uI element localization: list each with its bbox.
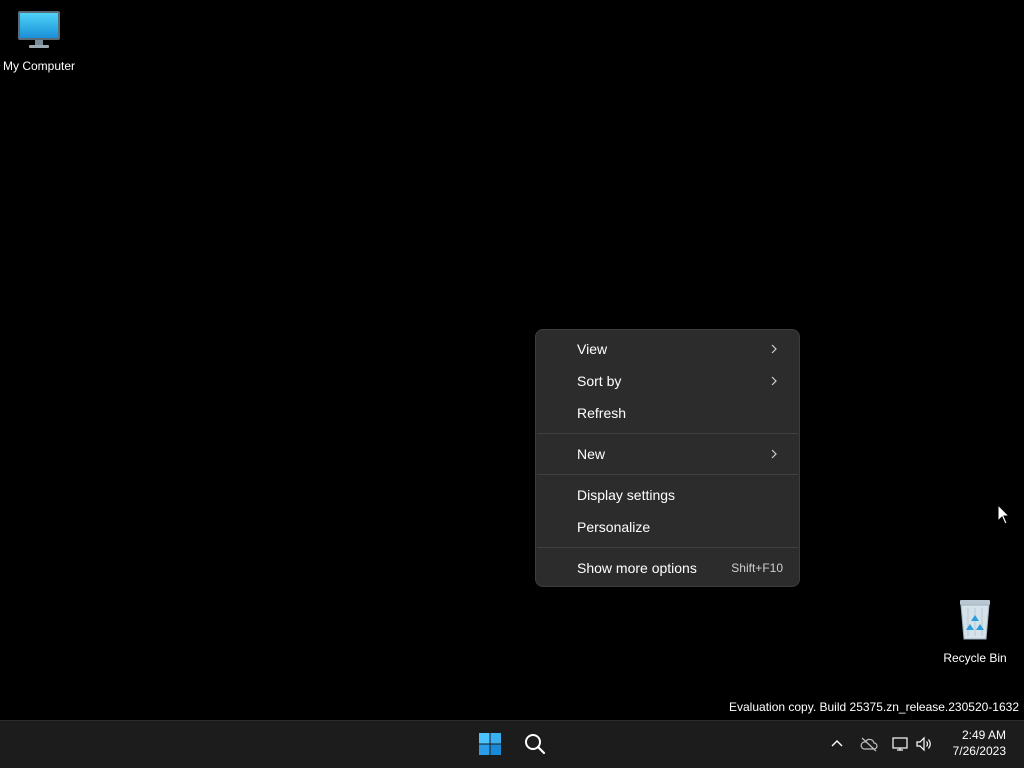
menu-item-show-more-options[interactable]: Show more options Shift+F10 — [540, 552, 795, 584]
menu-item-label: Display settings — [577, 487, 676, 503]
menu-item-new[interactable]: New — [540, 438, 795, 470]
menu-item-display-settings[interactable]: Display settings — [540, 479, 795, 511]
menu-item-label: Sort by — [577, 373, 622, 389]
search-icon — [525, 734, 546, 755]
onedrive-tray-button[interactable] — [858, 733, 880, 755]
menu-item-label: Personalize — [577, 519, 651, 535]
desktop-icon-my-computer[interactable]: My Computer — [0, 8, 81, 73]
monitor-icon — [18, 11, 60, 48]
chevron-right-icon — [771, 376, 777, 386]
clock-time: 2:49 AM — [961, 728, 1006, 742]
chevron-up-icon — [831, 740, 843, 747]
menu-item-sort-by[interactable]: Sort by — [540, 365, 795, 397]
menu-item-personalize[interactable]: Personalize — [540, 511, 795, 543]
recycle-bin-icon — [960, 600, 990, 640]
taskbar-clock[interactable]: 2:49 AM 7/26/2023 — [953, 727, 1006, 759]
start-button[interactable] — [470, 724, 510, 764]
desktop[interactable]: My Computer Recycle Bin Evaluation copy.… — [0, 0, 1024, 720]
desktop-context-menu: View Sort by Refresh New Display setting… — [535, 329, 800, 587]
menu-item-refresh[interactable]: Refresh — [540, 397, 795, 429]
menu-item-label: Refresh — [577, 405, 627, 421]
menu-item-label: New — [577, 446, 606, 462]
desktop-icon-recycle-bin[interactable]: Recycle Bin — [933, 596, 1017, 665]
taskbar: 2:49 AM 7/26/2023 — [0, 720, 1024, 768]
chevron-right-icon — [771, 344, 777, 354]
menu-item-label: View — [577, 341, 608, 357]
chevron-right-icon — [771, 449, 777, 459]
cloud-offline-icon — [860, 737, 878, 752]
network-tray-button[interactable] — [889, 733, 911, 755]
menu-separator — [537, 433, 798, 434]
mouse-cursor-icon — [997, 504, 1011, 525]
search-button[interactable] — [515, 724, 555, 764]
desktop-icon-label: Recycle Bin — [943, 651, 1007, 665]
windows-start-icon — [479, 733, 501, 755]
menu-separator — [537, 547, 798, 548]
evaluation-watermark: Evaluation copy. Build 25375.zn_release.… — [729, 700, 1019, 714]
network-icon — [892, 737, 908, 751]
show-hidden-icons-button[interactable] — [826, 733, 848, 755]
menu-item-label: Show more options — [577, 560, 697, 576]
menu-item-shortcut: Shift+F10 — [731, 561, 783, 575]
menu-item-view[interactable]: View — [540, 333, 795, 365]
volume-icon — [916, 736, 931, 752]
volume-tray-button[interactable] — [913, 733, 935, 755]
desktop-icon-label: My Computer — [2, 59, 76, 73]
clock-date: 7/26/2023 — [952, 744, 1006, 758]
menu-separator — [537, 474, 798, 475]
